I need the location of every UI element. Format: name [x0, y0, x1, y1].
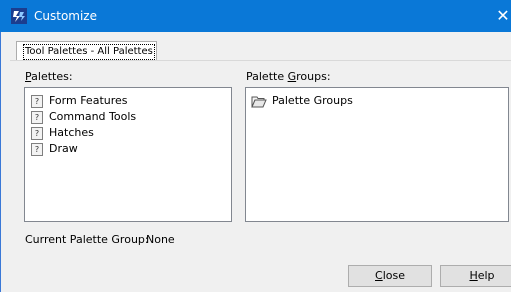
tree-item[interactable]: Palette Groups — [251, 93, 353, 109]
window-border — [0, 32, 1, 292]
palette-groups-label: Palette Groups: — [246, 70, 331, 83]
list-item[interactable]: ? Form Features — [31, 93, 128, 109]
current-group-value: None — [146, 233, 175, 246]
current-group-label: Current Palette Group: — [25, 233, 149, 246]
list-item[interactable]: ? Hatches — [31, 125, 94, 141]
tab-tool-palettes[interactable]: Tool Palettes - All Palettes — [16, 41, 157, 60]
palette-groups-tree[interactable]: Palette Groups — [245, 87, 509, 222]
close-window-icon[interactable]: ✕ — [492, 4, 511, 28]
tab-label: Tool Palettes - All Palettes — [23, 44, 155, 60]
title-bar: Customize ✕ — [0, 0, 511, 32]
list-item[interactable]: ? Command Tools — [31, 109, 136, 125]
unknown-palette-icon: ? — [31, 94, 43, 108]
unknown-palette-icon: ? — [31, 110, 43, 124]
app-logo-icon — [11, 8, 27, 24]
close-button[interactable]: Close — [348, 265, 432, 287]
window-title: Customize — [34, 9, 97, 23]
unknown-palette-icon: ? — [31, 142, 43, 156]
list-item[interactable]: ? Draw — [31, 141, 78, 157]
palettes-list[interactable]: ? Form Features ? Command Tools ? Hatches ?… — [24, 87, 232, 222]
palettes-label: Palettes: — [25, 70, 73, 83]
folder-open-icon — [251, 96, 267, 107]
unknown-palette-icon: ? — [31, 126, 43, 140]
help-button[interactable]: Help — [440, 265, 511, 287]
